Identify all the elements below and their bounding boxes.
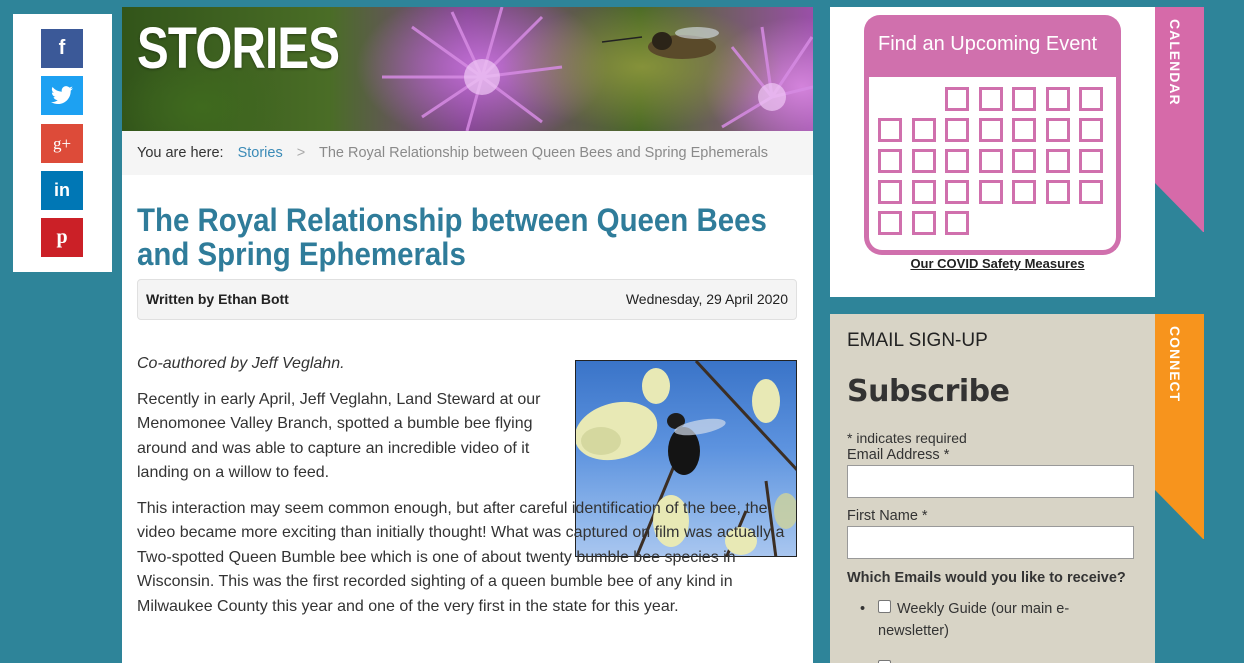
subscribe-heading: Subscribe (847, 374, 1010, 409)
calendar-day-cell (1045, 87, 1070, 111)
calendar-day-cell (1012, 149, 1036, 173)
stories-banner: STORIES (122, 7, 813, 131)
calendar-day-cell (1012, 180, 1036, 204)
article-paragraph-2: This interaction may seem common enough,… (137, 497, 799, 620)
calendar-widget[interactable]: Find an Upcoming Event Our COVID Safety … (830, 7, 1155, 297)
calendar-day-cell (1012, 87, 1036, 111)
calendar-day-cell (911, 118, 936, 142)
linkedin-share-button[interactable]: in (41, 171, 83, 210)
article-body: Co-authored by Jeff Veglahn. Recently in… (137, 352, 799, 630)
calendar-day-cell (911, 180, 936, 204)
connect-tab-fold (1155, 490, 1204, 540)
breadcrumb-link-stories[interactable]: Stories (238, 145, 283, 161)
calendar-day-cell (1079, 118, 1103, 142)
weekly-guide-checkbox[interactable] (878, 600, 891, 613)
calendar-tab-fold (1155, 183, 1204, 233)
article-coauthor: Co-authored by Jeff Veglahn. (137, 355, 345, 372)
calendar-day-cell (945, 118, 969, 142)
breadcrumb: You are here: Stories > The Royal Relati… (122, 131, 813, 175)
calendar-day-cell (878, 149, 902, 173)
weekly-guide-option[interactable]: • Weekly Guide (our main e-newsletter) (860, 598, 1110, 642)
list-bullet: • (860, 601, 866, 617)
calendar-day-cell (1045, 149, 1070, 173)
article-title: The Royal Relationship between Queen Bee… (137, 202, 767, 272)
weekly-guide-label: Weekly Guide (our main e-newsletter) (860, 598, 1110, 642)
weekly-guide-label-text: Weekly Guide (our main e-newsletter) (878, 601, 1070, 639)
calendar-day-cell (978, 118, 1003, 142)
google-plus-icon: g+ (52, 133, 72, 153)
calendar-day-cell (978, 180, 1003, 204)
calendar-day-cell (1079, 180, 1103, 204)
calendar-day-cell (911, 211, 936, 235)
calendar-day-cell (1045, 118, 1070, 142)
google-plus-share-button[interactable]: g+ (41, 124, 83, 163)
calendar-day-cell (1045, 180, 1070, 204)
required-note: * indicates required (847, 430, 967, 446)
article-author: Written by Ethan Bott (146, 291, 289, 307)
social-share-bar: f g+ in p (13, 14, 112, 272)
article-date: Wednesday, 29 April 2020 (625, 291, 788, 307)
breadcrumb-separator: > (296, 145, 306, 161)
calendar-day-cell (945, 149, 969, 173)
connect-tab[interactable]: CONNECT (1155, 314, 1204, 540)
calendar-day-cell (945, 211, 969, 235)
first-name-label: First Name * (847, 508, 928, 524)
email-signup-heading: EMAIL SIGN-UP (847, 330, 988, 351)
calendar-day-cell (878, 118, 902, 142)
email-field[interactable] (847, 465, 1134, 498)
covid-safety-link[interactable]: Our COVID Safety Measures (830, 256, 1165, 271)
calendar-tab-label: CALENDAR (1167, 19, 1183, 106)
email-preferences-question: Which Emails would you like to receive? (847, 570, 1126, 586)
pinterest-share-button[interactable]: p (41, 218, 83, 257)
linkedin-icon: in (54, 180, 70, 200)
main-content: STORIES You are here: Stories > The Roya… (122, 7, 813, 663)
calendar-day-cell (1079, 149, 1103, 173)
breadcrumb-current: The Royal Relationship between Queen Bee… (319, 145, 768, 161)
breadcrumb-prefix: You are here: (137, 145, 224, 161)
pinterest-icon: p (56, 226, 68, 248)
calendar-day-cell (1079, 87, 1103, 111)
article-paragraph-2-text: This interaction may seem common enough,… (137, 499, 785, 615)
twitter-share-button[interactable] (41, 76, 83, 115)
calendar-day-cell (945, 180, 969, 204)
calendar-tab[interactable]: CALENDAR (1155, 7, 1204, 233)
article-meta-bar: Written by Ethan Bott Wednesday, 29 Apri… (137, 279, 797, 320)
calendar-day-cell (978, 149, 1003, 173)
calendar-icon[interactable]: Find an Upcoming Event (864, 15, 1121, 255)
facebook-icon: f (58, 37, 66, 59)
facebook-share-button[interactable]: f (41, 29, 83, 68)
email-signup-form: EMAIL SIGN-UP Subscribe * indicates requ… (830, 314, 1155, 663)
article-paragraph-1: Recently in early April, Jeff Veglahn, L… (137, 390, 541, 482)
twitter-icon (51, 85, 73, 104)
calendar-day-cell (945, 87, 969, 111)
calendar-day-cell (878, 211, 902, 235)
connect-tab-label: CONNECT (1167, 326, 1183, 403)
calendar-day-cell (878, 180, 902, 204)
calendar-day-cell (911, 149, 936, 173)
calendar-day-cell (978, 87, 1003, 111)
calendar-day-cell (1012, 118, 1036, 142)
first-name-field[interactable] (847, 526, 1134, 559)
banner-title: STORIES (137, 16, 340, 81)
email-label: Email Address * (847, 447, 950, 463)
